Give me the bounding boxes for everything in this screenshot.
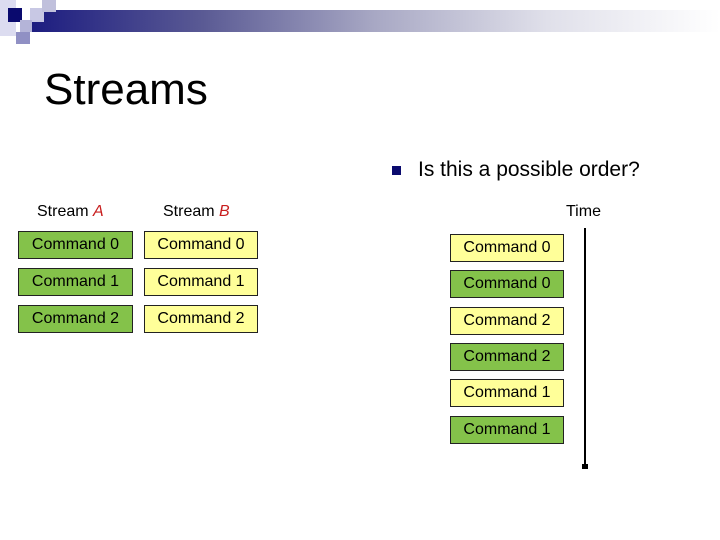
timeline-command-stream-a: Command 2 — [450, 342, 564, 371]
decor-square — [20, 20, 32, 32]
stream-heading-letter: A — [93, 203, 104, 220]
decor-square — [42, 0, 56, 12]
stream-b-command: Command 0 — [144, 231, 258, 259]
stream-a-command: Command 1 — [18, 268, 133, 296]
timeline-command-stream-a: Command 1 — [450, 415, 564, 444]
stream-a-heading: Stream A — [37, 203, 104, 221]
slide-title: Streams — [44, 65, 208, 114]
stream-b-command: Command 1 — [144, 268, 258, 296]
bullet-text: Is this a possible order? — [418, 158, 640, 181]
timeline-command-stream-a: Command 0 — [450, 270, 564, 299]
time-label: Time — [566, 203, 601, 220]
stream-b-command: Command 2 — [144, 305, 258, 333]
stream-a-command: Command 0 — [18, 231, 133, 259]
time-axis-line — [584, 228, 586, 466]
stream-heading-prefix: Stream — [37, 203, 94, 220]
timeline-command-stream-b: Command 1 — [450, 379, 564, 408]
stream-a-command: Command 2 — [18, 305, 133, 333]
stream-b-heading: Stream B — [163, 203, 230, 221]
decor-square — [16, 32, 30, 44]
header-gradient-bar — [30, 10, 720, 32]
square-bullet-icon — [392, 165, 401, 175]
timeline-command-stream-b: Command 0 — [450, 234, 564, 262]
time-arrow-tip-icon — [582, 464, 588, 469]
bullet-item: Is this a possible order? — [392, 158, 640, 182]
stream-heading-letter: B — [219, 203, 230, 220]
timeline-command-stream-b: Command 2 — [450, 306, 564, 335]
stream-heading-prefix: Stream — [163, 203, 220, 220]
